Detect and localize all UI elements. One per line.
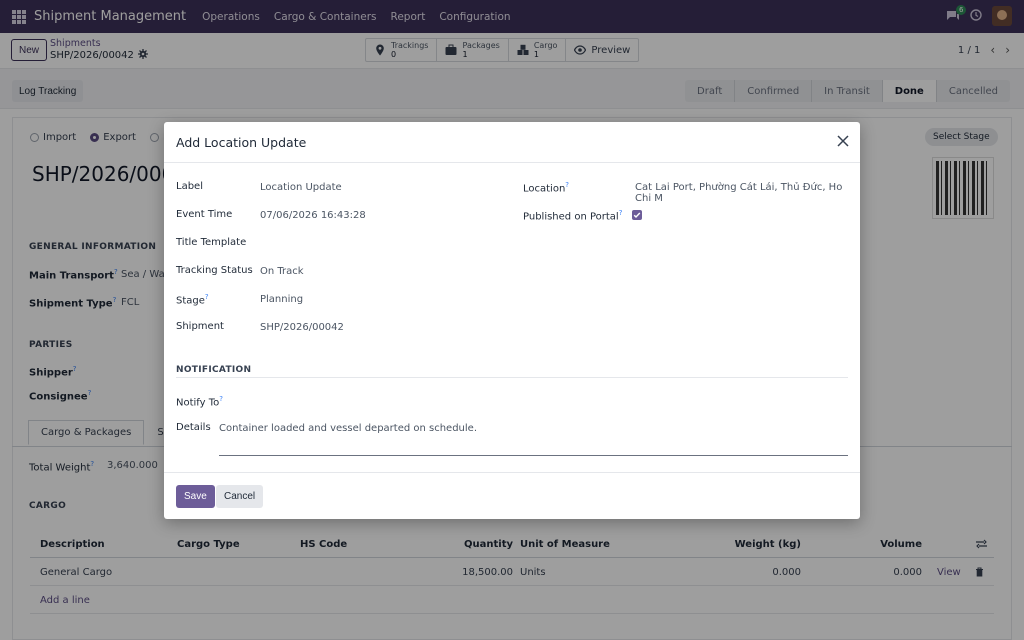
notify-to-label-text: Notify To [176, 397, 220, 409]
cancel-button[interactable]: Cancel [216, 485, 264, 508]
published-label-text: Published on Portal [523, 211, 619, 223]
shipment-label: Shipment [176, 321, 224, 332]
notification-section-title: NOTIFICATION [176, 365, 252, 375]
notify-to-label: Notify To? [176, 395, 223, 409]
event-time-input[interactable]: 07/06/2026 16:43:28 [260, 210, 366, 221]
dialog-title: Add Location Update [176, 135, 307, 150]
notification-divider [176, 377, 848, 378]
title-template-input[interactable] [260, 237, 490, 249]
label-field-label: Label [176, 181, 203, 192]
close-icon[interactable] [836, 134, 850, 148]
title-template-label: Title Template [176, 237, 247, 248]
details-textarea[interactable]: Container loaded and vessel departed on … [219, 419, 848, 456]
details-label: Details [176, 422, 211, 433]
save-button[interactable]: Save [176, 485, 215, 508]
dialog-header: Add Location Update [164, 122, 860, 163]
tracking-status-label: Tracking Status [176, 265, 253, 276]
location-label-text: Location [523, 183, 566, 195]
stage-label-text: Stage [176, 295, 205, 307]
add-location-update-dialog: Add Location Update Label Location Updat… [164, 122, 860, 519]
event-time-label: Event Time [176, 209, 233, 220]
stage-select[interactable]: Planning [260, 294, 303, 305]
shipment-field[interactable]: SHP/2026/00042 [260, 322, 344, 333]
label-field-input[interactable]: Location Update [260, 182, 342, 193]
stage-label: Stage? [176, 293, 209, 307]
tracking-status-select[interactable]: On Track [260, 266, 304, 277]
dialog-footer: Save Cancel [164, 472, 860, 519]
location-input[interactable]: Cat Lai Port, Phường Cát Lái, Thủ Đức, H… [635, 182, 860, 204]
notify-to-input[interactable] [260, 395, 840, 407]
published-on-portal-label: Published on Portal? [523, 209, 623, 223]
location-label: Location? [523, 181, 570, 195]
published-on-portal-checkbox[interactable] [632, 210, 642, 220]
